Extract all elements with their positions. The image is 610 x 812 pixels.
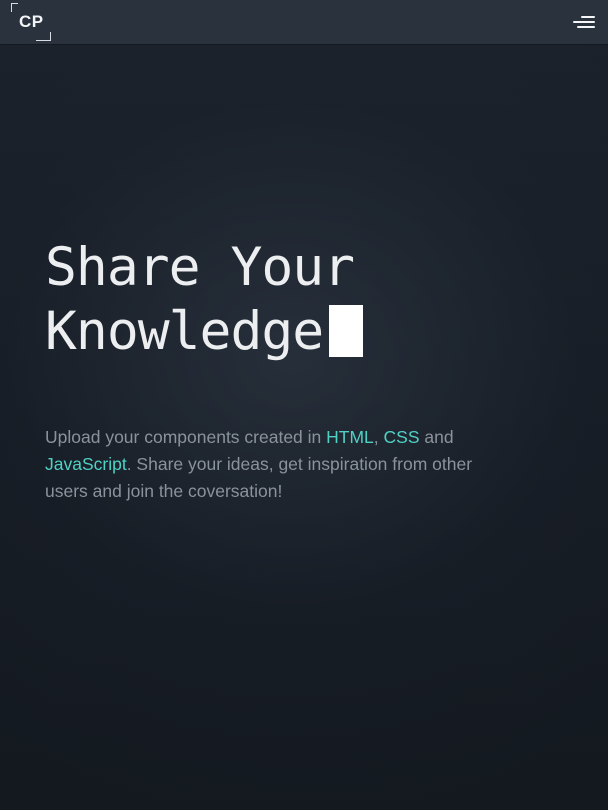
javascript-link[interactable]: JavaScript [45,454,127,474]
hero-text-part-2: and [419,427,454,447]
html-link[interactable]: HTML [326,427,374,447]
hero-title-line-1: Share Your [45,237,355,298]
hero-description: Upload your components created in HTML, … [45,424,505,505]
hero-title-line-2: Knowledge [45,300,364,364]
logo-corner-bottom-right [36,32,51,41]
css-link[interactable]: CSS [384,427,420,447]
hero-text-part-1: Upload your components created in [45,427,327,447]
hamburger-menu-icon[interactable] [573,14,595,30]
hero-title: Share Your Knowledge [45,236,364,364]
page: CP Share Your Knowledge Upload your comp… [0,0,608,810]
logo-text: CP [19,12,44,31]
logo[interactable]: CP [11,3,51,41]
typing-cursor [329,305,364,357]
menu-bar-top [581,16,595,18]
logo-corner-top-left [11,3,18,12]
navbar: CP [0,0,608,44]
hero-text-separator: , [373,427,384,447]
menu-bar-middle [573,21,595,23]
hero-title-line-2-text: Knowledge [45,301,324,362]
menu-bar-bottom [577,26,595,28]
